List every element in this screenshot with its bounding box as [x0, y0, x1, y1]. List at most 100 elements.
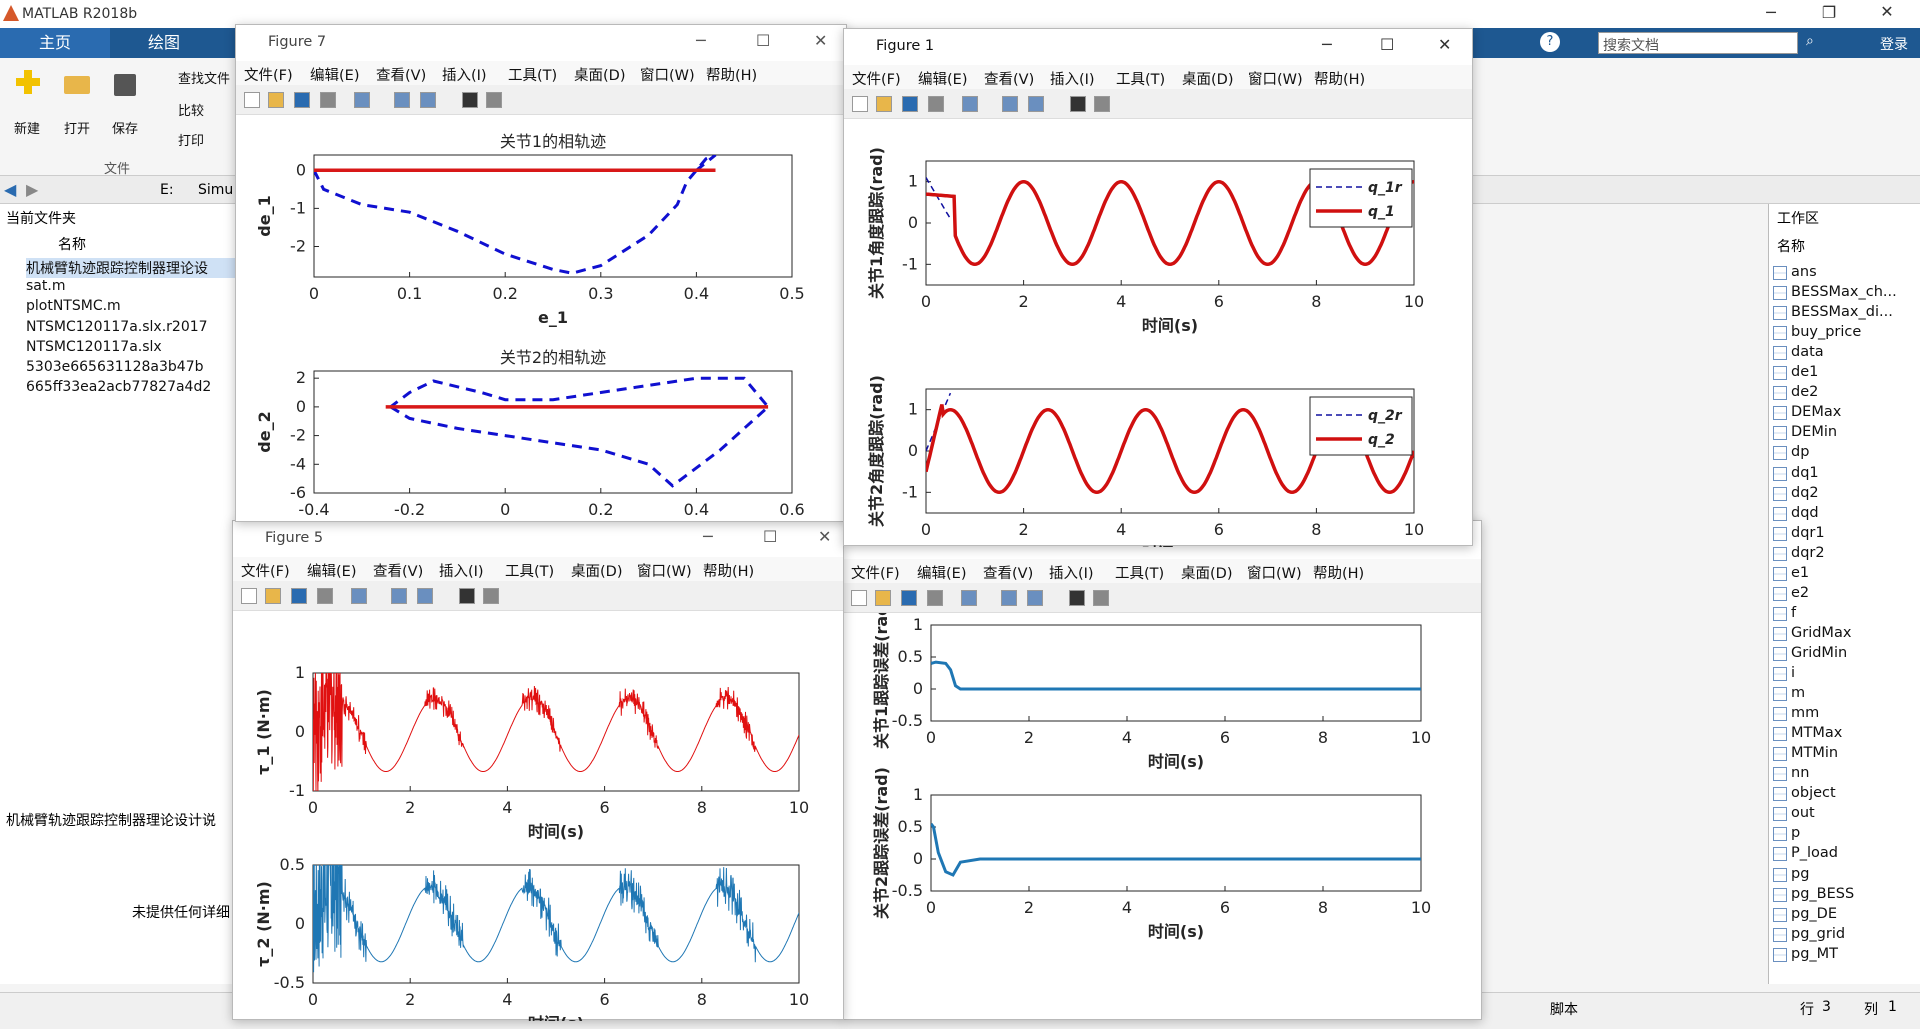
folder-label[interactable]: Simu [198, 182, 233, 198]
workspace-var-item[interactable]: pg_DE [1791, 906, 1837, 926]
save-icon[interactable] [901, 590, 917, 606]
column-header-name[interactable]: 名称 [58, 234, 86, 254]
colorbar-icon[interactable] [391, 588, 407, 604]
print-icon[interactable] [928, 96, 944, 112]
file-list-item[interactable]: 机械臂轨迹跟踪控制器理论设 [26, 258, 238, 278]
legend-icon[interactable] [420, 92, 436, 108]
save-icon[interactable] [291, 588, 307, 604]
workspace-var-item[interactable]: e2 [1791, 585, 1809, 605]
workspace-var-item[interactable]: out [1791, 805, 1815, 825]
colorbar-icon[interactable] [394, 92, 410, 108]
figure-menu-item[interactable]: 文件(F) [851, 562, 900, 583]
figure-menu-item[interactable]: 窗口(W) [1247, 562, 1302, 583]
legend-icon[interactable] [417, 588, 433, 604]
figure-menu-item[interactable]: 编辑(E) [918, 68, 967, 89]
figure-menu-item[interactable]: 窗口(W) [1248, 68, 1303, 89]
pointer-icon[interactable] [462, 92, 478, 108]
open-file-icon[interactable] [876, 96, 892, 112]
close-icon[interactable]: ✕ [818, 527, 831, 546]
figure-menu-item[interactable]: 桌面(D) [574, 64, 625, 85]
link-icon[interactable] [961, 590, 977, 606]
property-editor-icon[interactable] [486, 92, 502, 108]
link-icon[interactable] [351, 588, 367, 604]
property-editor-icon[interactable] [1093, 590, 1109, 606]
close-icon[interactable]: ✕ [1872, 2, 1902, 21]
workspace-var-item[interactable]: mm [1791, 705, 1819, 725]
workspace-var-item[interactable]: nn [1791, 765, 1809, 785]
workspace-var-item[interactable]: dqr2 [1791, 545, 1825, 565]
figure-menu-item[interactable]: 帮助(H) [706, 64, 757, 85]
workspace-var-item[interactable]: pg_MT [1791, 946, 1838, 966]
maximize-icon[interactable]: ☐ [1380, 35, 1394, 54]
workspace-var-item[interactable]: dq1 [1791, 465, 1819, 485]
workspace-var-item[interactable]: buy_price [1791, 324, 1861, 344]
workspace-var-item[interactable]: dqd [1791, 505, 1819, 525]
figure-menu-item[interactable]: 编辑(E) [917, 562, 966, 583]
figure-menu-item[interactable]: 查看(V) [983, 562, 1033, 583]
forward-arrow-icon[interactable]: ▶ [26, 180, 38, 199]
file-list-item[interactable]: 5303e665631128a3b47b [26, 359, 203, 379]
print-icon[interactable] [320, 92, 336, 108]
workspace-var-item[interactable]: dp [1791, 444, 1809, 464]
link-icon[interactable] [962, 96, 978, 112]
find-files-button[interactable]: 查找文件 [156, 68, 230, 87]
workspace-var-item[interactable]: BESSMax_ch... [1791, 284, 1897, 304]
figure-menu-item[interactable]: 桌面(D) [1182, 68, 1233, 89]
workspace-var-item[interactable]: MTMax [1791, 725, 1842, 745]
workspace-var-item[interactable]: pg_grid [1791, 926, 1845, 946]
figure-menu-item[interactable]: 查看(V) [373, 560, 423, 581]
workspace-var-item[interactable]: i [1791, 665, 1795, 685]
close-icon[interactable]: ✕ [1438, 35, 1451, 54]
new-figure-icon[interactable] [241, 588, 257, 604]
link-icon[interactable] [354, 92, 370, 108]
close-icon[interactable]: ✕ [814, 31, 827, 50]
figure-menu-item[interactable]: 工具(T) [1115, 562, 1164, 583]
open-file-icon[interactable] [268, 92, 284, 108]
legend-icon[interactable] [1027, 590, 1043, 606]
workspace-var-item[interactable]: GridMin [1791, 645, 1847, 665]
workspace-var-item[interactable]: ans [1791, 264, 1817, 284]
legend-icon[interactable] [1028, 96, 1044, 112]
pointer-icon[interactable] [1070, 96, 1086, 112]
figure-menu-item[interactable]: 插入(I) [439, 560, 484, 581]
figure-menu-item[interactable]: 文件(F) [244, 64, 293, 85]
restore-icon[interactable]: ❐ [1814, 3, 1844, 22]
file-list-item[interactable]: NTSMC120117a.slx [26, 339, 162, 359]
workspace-var-item[interactable]: e1 [1791, 565, 1809, 585]
new-button[interactable]: 新建 [6, 64, 50, 154]
figure-menu-item[interactable]: 查看(V) [984, 68, 1034, 89]
tab-home[interactable]: 主页 [0, 28, 110, 58]
save-button[interactable]: 保存 [104, 64, 148, 154]
workspace-var-item[interactable]: BESSMax_di... [1791, 304, 1893, 324]
figure-menu-item[interactable]: 桌面(D) [571, 560, 622, 581]
workspace-var-item[interactable]: f [1791, 605, 1796, 625]
open-file-icon[interactable] [265, 588, 281, 604]
minimize-icon[interactable]: ─ [696, 31, 706, 50]
minimize-icon[interactable]: ─ [703, 527, 713, 546]
back-arrow-icon[interactable]: ◀ [4, 180, 16, 199]
workspace-var-item[interactable]: m [1791, 685, 1805, 705]
login-link[interactable]: 登录 [1880, 34, 1908, 54]
figure-menu-item[interactable]: 文件(F) [241, 560, 290, 581]
figure-menu-item[interactable]: 插入(I) [1050, 68, 1095, 89]
workspace-var-item[interactable]: object [1791, 785, 1836, 805]
workspace-var-item[interactable]: de1 [1791, 364, 1818, 384]
figure-menu-item[interactable]: 窗口(W) [640, 64, 695, 85]
file-list-item[interactable]: 665ff33ea2acb77827a4d2 [26, 379, 211, 399]
property-editor-icon[interactable] [1094, 96, 1110, 112]
new-figure-icon[interactable] [852, 96, 868, 112]
workspace-var-item[interactable]: DEMax [1791, 404, 1841, 424]
workspace-var-item[interactable]: de2 [1791, 384, 1818, 404]
figure-menu-item[interactable]: 桌面(D) [1181, 562, 1232, 583]
figure-menu-item[interactable]: 工具(T) [1116, 68, 1165, 89]
figure-menu-item[interactable]: 插入(I) [442, 64, 487, 85]
colorbar-icon[interactable] [1001, 590, 1017, 606]
workspace-var-item[interactable]: pg_BESS [1791, 886, 1854, 906]
maximize-icon[interactable]: ☐ [756, 31, 770, 50]
figure-menu-item[interactable]: 查看(V) [376, 64, 426, 85]
file-list-item[interactable]: NTSMC120117a.slx.r2017 [26, 319, 208, 339]
figure-menu-item[interactable]: 工具(T) [508, 64, 557, 85]
help-icon[interactable]: ? [1540, 32, 1560, 52]
workspace-var-item[interactable]: DEMin [1791, 424, 1837, 444]
workspace-var-item[interactable]: GridMax [1791, 625, 1851, 645]
